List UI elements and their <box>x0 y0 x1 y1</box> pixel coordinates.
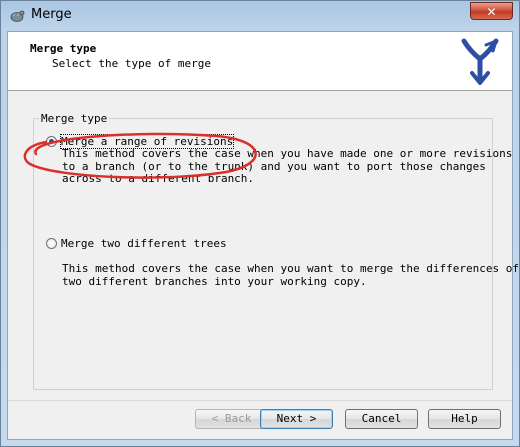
wizard-page: Merge type Select the type of merge Merg… <box>7 31 519 441</box>
window-title: Merge <box>31 7 72 22</box>
back-button[interactable]: < Back <box>195 409 268 429</box>
title-bar[interactable]: Merge ✕ <box>1 1 519 31</box>
option-description: This method covers the case when you hav… <box>62 147 513 185</box>
radio-button-checked[interactable] <box>46 136 57 147</box>
merge-dialog: Merge ✕ Merge type Select the type of me… <box>0 0 520 447</box>
group-legend: Merge type <box>39 112 110 125</box>
page-subtitle: Select the type of merge <box>52 57 211 70</box>
cancel-button[interactable]: Cancel <box>345 409 418 429</box>
wizard-button-bar: < Back Next > Cancel Help <box>8 400 512 441</box>
option-description: This method covers the case when you wan… <box>62 262 519 288</box>
close-button[interactable]: ✕ <box>470 2 513 20</box>
tortoisesvn-icon <box>10 10 25 22</box>
next-button[interactable]: Next > <box>260 409 333 429</box>
help-button[interactable]: Help <box>428 409 501 429</box>
option-label[interactable]: Merge two different trees <box>61 237 227 250</box>
wizard-header: Merge type Select the type of merge <box>8 32 512 91</box>
radio-button-unchecked[interactable] <box>46 238 57 249</box>
merge-branch-logo-icon <box>461 38 499 85</box>
page-title: Merge type <box>30 42 97 55</box>
option-two-different-trees[interactable]: Merge two different trees <box>46 237 227 250</box>
